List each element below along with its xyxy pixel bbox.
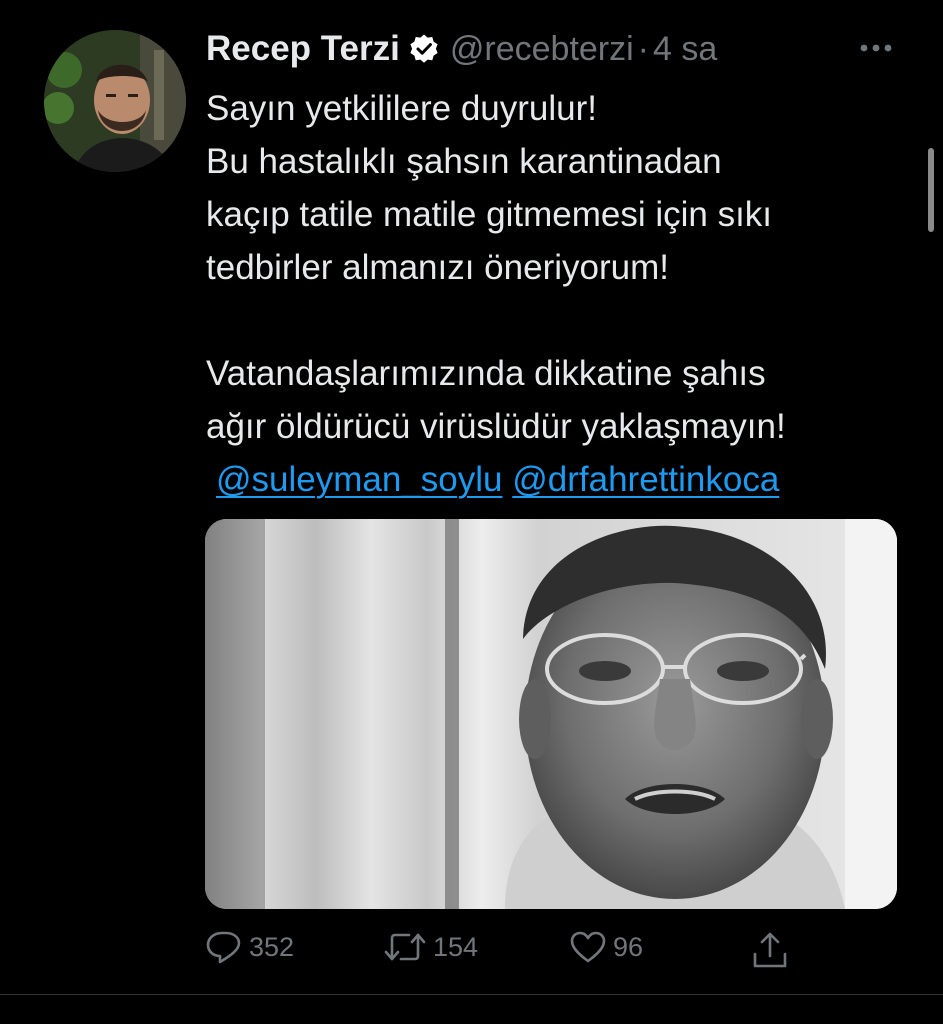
scrollbar[interactable]: [928, 148, 934, 232]
reply-count: 352: [249, 931, 295, 962]
handle[interactable]: @recebterzi: [450, 30, 634, 69]
tweet-text-line: Vatandaşlarımızında dikkatine şahıs: [206, 354, 766, 393]
reply-button[interactable]: 352: [205, 930, 294, 964]
tweet-text-line: ağır öldürücü virüslüdür yaklaşmayın!: [206, 407, 786, 446]
tweet-media-image[interactable]: [205, 519, 897, 909]
tweet-header: Recep Terzi @recebterzi · 4 sa: [206, 26, 717, 72]
tweet-text-line: tedbirler almanızı öneriyorum!: [206, 248, 669, 287]
tweet-text-line: Sayın yetkililere duyrulur!: [206, 89, 597, 128]
tweet-actions: 352 154 96: [205, 922, 897, 978]
tweet[interactable]: Recep Terzi @recebterzi · 4 sa Sayın yet…: [0, 0, 943, 994]
separator-dot: ·: [637, 29, 649, 68]
more-options-icon[interactable]: [858, 38, 894, 58]
like-button[interactable]: 96: [569, 930, 643, 964]
avatar[interactable]: [44, 30, 186, 172]
share-icon: [751, 930, 789, 970]
tweet-text: Sayın yetkililere duyrulur! Bu hastalıkl…: [206, 82, 906, 506]
retweet-icon: [383, 930, 427, 964]
mention-link[interactable]: @suleyman_soylu: [216, 460, 503, 499]
retweet-button[interactable]: 154: [383, 930, 478, 964]
reply-icon: [205, 930, 243, 964]
timestamp[interactable]: 4 sa: [653, 30, 717, 69]
mention-link[interactable]: @drfahrettinkoca: [512, 460, 779, 499]
like-count: 96: [613, 931, 644, 962]
verified-badge-icon: [408, 33, 440, 65]
retweet-count: 154: [433, 931, 479, 962]
heart-icon: [569, 930, 607, 964]
tweet-text-line: Bu hastalıklı şahsın karantinadan: [206, 142, 722, 181]
mentions-line: @suleyman_soylu @drfahrettinkoca: [206, 453, 906, 506]
display-name[interactable]: Recep Terzi: [206, 29, 400, 69]
share-button[interactable]: [751, 930, 789, 970]
tweet-text-line: kaçıp tatile matile gitmemesi için sıkı: [206, 195, 773, 234]
divider: [0, 994, 943, 995]
